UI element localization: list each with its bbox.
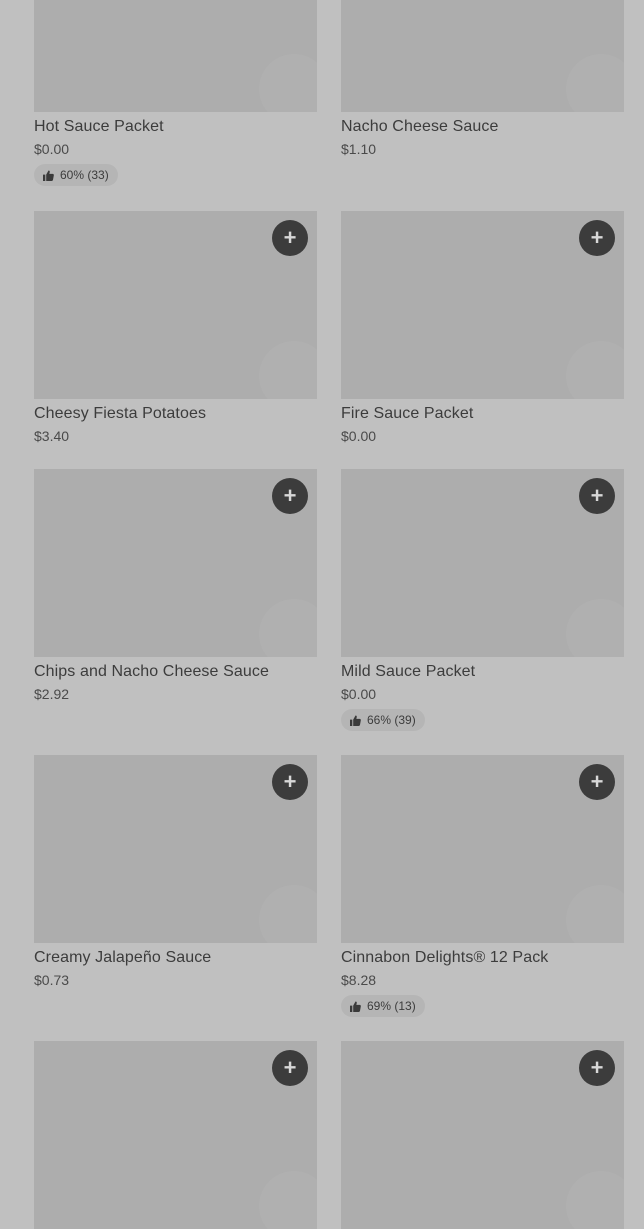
menu-item-card[interactable]: + Cheesy Fiesta Potatoes $3.40 <box>34 211 317 445</box>
menu-item-card[interactable]: + Fire Sauce Packet $0.00 <box>341 211 624 445</box>
item-price: $1.10 <box>341 141 377 157</box>
item-price: $0.00 <box>34 141 70 157</box>
add-button[interactable]: + <box>272 478 308 514</box>
add-button[interactable]: + <box>272 220 308 256</box>
item-image[interactable]: + <box>341 1041 624 1229</box>
item-image[interactable]: + <box>341 755 624 943</box>
item-name: Nacho Cheese Sauce <box>341 118 499 135</box>
item-price: $8.28 <box>341 972 377 988</box>
add-button[interactable]: + <box>579 478 615 514</box>
menu-item-card[interactable]: + <box>34 1041 317 1229</box>
item-name: Chips and Nacho Cheese Sauce <box>34 663 269 680</box>
item-image[interactable]: + <box>34 469 317 657</box>
item-image[interactable]: + <box>341 469 624 657</box>
item-name: Hot Sauce Packet <box>34 118 164 135</box>
item-image[interactable]: + <box>34 211 317 399</box>
item-name: Mild Sauce Packet <box>341 663 476 680</box>
item-image[interactable] <box>341 0 624 112</box>
item-image[interactable]: + <box>341 211 624 399</box>
menu-item-card[interactable]: + Chips and Nacho Cheese Sauce $2.92 <box>34 469 317 703</box>
add-button[interactable]: + <box>579 1050 615 1086</box>
add-button[interactable]: + <box>272 1050 308 1086</box>
rating-badge: 60% (33) <box>34 164 118 186</box>
menu-item-card[interactable]: + Cinnabon Delights® 12 Pack $8.28 69% (… <box>341 755 624 1017</box>
item-image[interactable]: + <box>34 1041 317 1229</box>
item-image[interactable] <box>34 0 317 112</box>
add-button[interactable]: + <box>579 220 615 256</box>
menu-item-card[interactable]: Hot Sauce Packet $0.00 60% (33) <box>34 0 317 186</box>
item-name: Cinnabon Delights® 12 Pack <box>341 949 549 966</box>
rating-text: 66% (39) <box>367 713 416 727</box>
item-price: $3.40 <box>34 428 70 444</box>
item-price: $0.73 <box>34 972 70 988</box>
thumbs-up-icon <box>43 169 54 181</box>
item-name: Cheesy Fiesta Potatoes <box>34 405 207 422</box>
menu-item-card[interactable]: + <box>341 1041 624 1229</box>
rating-text: 60% (33) <box>60 168 109 182</box>
item-name: Creamy Jalapeño Sauce <box>34 949 212 966</box>
menu-item-card[interactable]: + Mild Sauce Packet $0.00 66% (39) <box>341 469 624 731</box>
thumbs-up-icon <box>350 714 361 726</box>
menu-item-card[interactable]: + Creamy Jalapeño Sauce $0.73 <box>34 755 317 989</box>
thumbs-up-icon <box>350 1000 361 1012</box>
menu-item-card[interactable]: Nacho Cheese Sauce $1.10 <box>341 0 624 158</box>
item-price: $2.92 <box>34 686 70 702</box>
item-price: $0.00 <box>341 428 377 444</box>
rating-badge: 69% (13) <box>341 995 425 1017</box>
rating-badge: 66% (39) <box>341 709 425 731</box>
item-image[interactable]: + <box>34 755 317 943</box>
rating-text: 69% (13) <box>367 999 416 1013</box>
add-button[interactable]: + <box>272 764 308 800</box>
add-button[interactable]: + <box>579 764 615 800</box>
item-price: $0.00 <box>341 686 377 702</box>
item-name: Fire Sauce Packet <box>341 405 474 422</box>
